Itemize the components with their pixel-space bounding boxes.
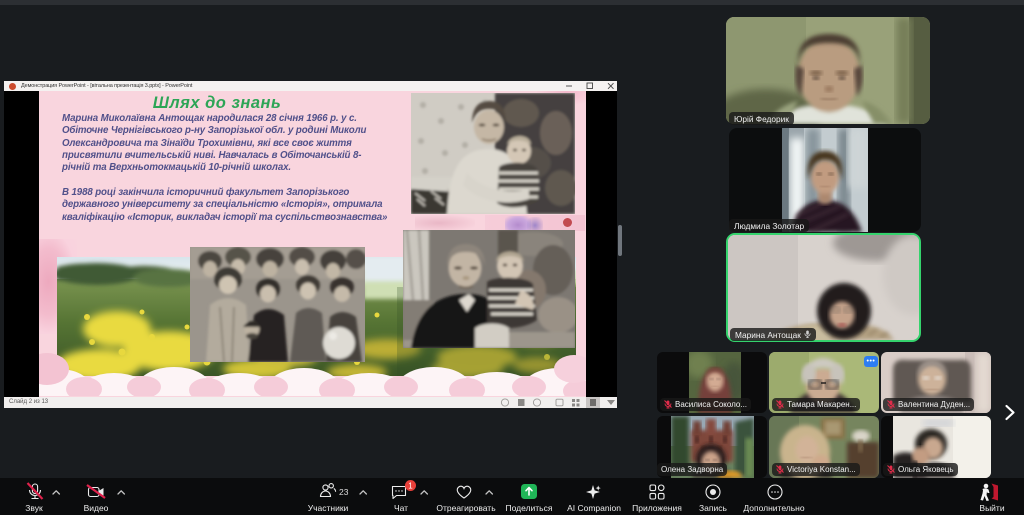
svg-text:23: 23 [339,487,349,497]
svg-text:1: 1 [408,481,413,490]
